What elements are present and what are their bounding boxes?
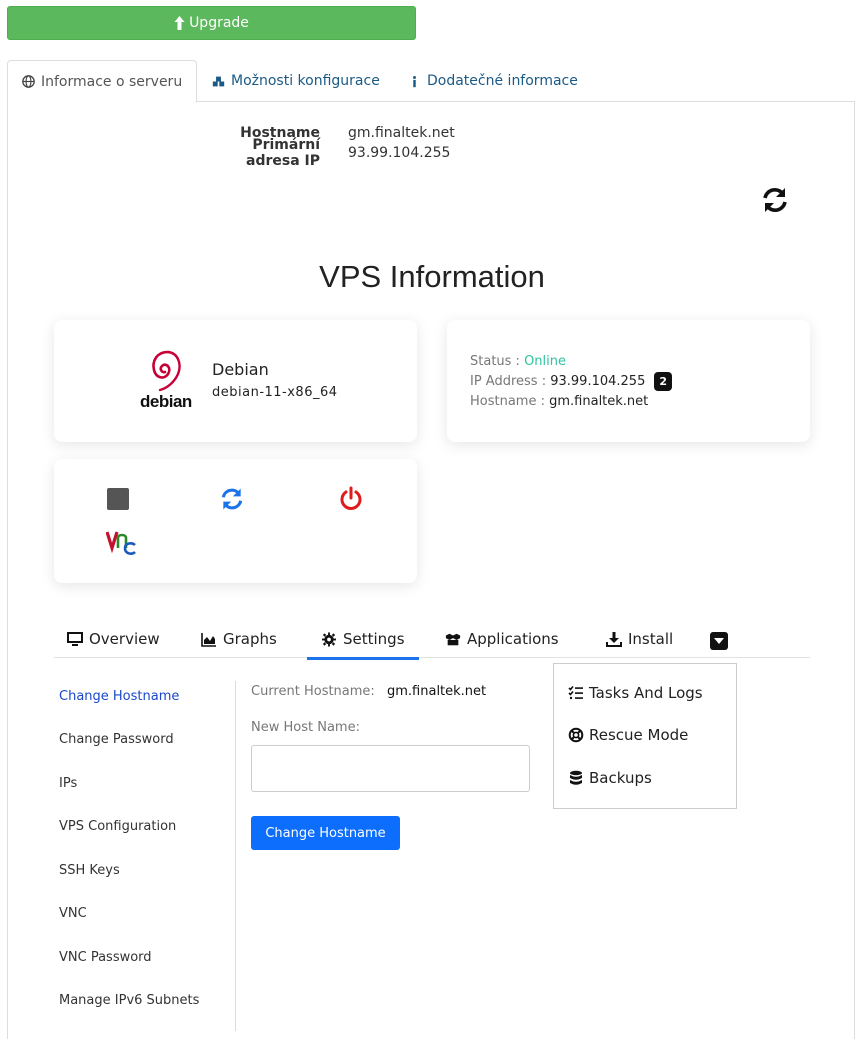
power-actions-card xyxy=(54,459,417,583)
more-tabs-menu: Tasks And Logs Rescue Mode Backups xyxy=(553,663,737,809)
server-tabs: Informace o serveru Možnosti konfigurace… xyxy=(7,60,855,103)
os-name: Debian xyxy=(212,360,269,379)
ip-count-badge[interactable]: 2 xyxy=(654,372,672,391)
upgrade-label: Upgrade xyxy=(189,15,249,31)
tab-additional-info[interactable]: Dodatečné informace xyxy=(394,60,592,102)
refresh-icon[interactable] xyxy=(760,185,790,215)
new-hostname-input[interactable] xyxy=(251,745,530,792)
nav-ips[interactable]: IPs xyxy=(59,776,77,791)
debian-logo: debian xyxy=(140,348,192,414)
ip-line: IP Address : 93.99.104.255 2 xyxy=(470,372,672,392)
menu-item-label: Rescue Mode xyxy=(589,726,689,744)
status-line: Status : Online xyxy=(470,352,672,372)
tab-label: Informace o serveru xyxy=(41,73,183,90)
info-row-primary-ip: Primární adresa IP 93.99.104.255 xyxy=(198,137,455,169)
server-info-panel: Hostname gm.finaltek.net Primární adresa… xyxy=(7,101,855,1039)
tab-label: Applications xyxy=(467,630,559,648)
download-icon xyxy=(606,631,622,647)
tab-settings[interactable]: Settings xyxy=(307,620,418,660)
tasks-icon xyxy=(568,685,583,700)
nav-ssh-keys[interactable]: SSH Keys xyxy=(59,863,120,878)
power-button[interactable] xyxy=(338,486,364,512)
tab-server-info[interactable]: Informace o serveru xyxy=(7,60,198,103)
tab-label: Dodatečné informace xyxy=(427,73,578,89)
os-card: debian Debian debian-11-x86_64 xyxy=(54,320,417,442)
arrow-up-icon xyxy=(174,16,185,30)
tab-config-options[interactable]: Možnosti konfigurace xyxy=(198,60,394,102)
nav-manage-ipv6-subnets[interactable]: Manage IPv6 Subnets xyxy=(59,993,199,1008)
tab-overview[interactable]: Overview xyxy=(67,620,160,658)
nav-vps-configuration[interactable]: VPS Configuration xyxy=(59,819,176,834)
hostname-value: gm.finaltek.net xyxy=(549,394,649,409)
tab-applications[interactable]: Applications xyxy=(445,620,559,658)
globe-icon xyxy=(22,75,35,88)
menu-item-label: Tasks And Logs xyxy=(589,684,703,702)
current-hostname-label: Current Hostname: xyxy=(251,684,375,699)
change-hostname-button[interactable]: Change Hostname xyxy=(251,816,400,850)
more-tabs-dropdown-button[interactable] xyxy=(710,632,728,650)
nav-vnc-password[interactable]: VNC Password xyxy=(59,950,152,965)
upgrade-button[interactable]: Upgrade xyxy=(7,6,416,40)
menu-item-rescue-mode[interactable]: Rescue Mode xyxy=(568,726,688,744)
debian-wordmark: debian xyxy=(140,392,192,411)
menu-item-tasks-and-logs[interactable]: Tasks And Logs xyxy=(568,684,703,702)
hostname-label: Hostname : xyxy=(470,394,545,409)
stop-icon xyxy=(107,488,129,510)
vnc-button[interactable] xyxy=(106,528,136,556)
nav-vnc[interactable]: VNC xyxy=(59,906,87,921)
stop-button[interactable] xyxy=(105,486,131,512)
vps-sub-tabs: Overview Graphs Settings Applications In… xyxy=(54,620,810,660)
status-card: Status : Online IP Address : 93.99.104.2… xyxy=(447,320,810,442)
status-lines: Status : Online IP Address : 93.99.104.2… xyxy=(470,352,672,412)
nav-change-hostname[interactable]: Change Hostname xyxy=(59,689,179,704)
vps-title: VPS Information xyxy=(319,259,545,294)
nav-change-password[interactable]: Change Password xyxy=(59,732,174,747)
new-hostname-label: New Host Name: xyxy=(251,720,360,735)
ip-value: 93.99.104.255 xyxy=(550,374,646,389)
cubes-icon xyxy=(212,76,225,86)
tab-label: Settings xyxy=(343,630,405,648)
tab-install[interactable]: Install xyxy=(606,620,673,658)
tab-label: Overview xyxy=(89,630,160,648)
ip-label: IP Address : xyxy=(470,374,547,389)
info-value: gm.finaltek.net xyxy=(348,125,455,141)
monitor-icon xyxy=(67,631,83,646)
info-icon xyxy=(413,75,416,87)
server-info-table: Hostname gm.finaltek.net Primární adresa… xyxy=(198,123,455,169)
tab-label: Graphs xyxy=(223,630,277,648)
settings-divider xyxy=(235,681,236,1031)
gear-icon xyxy=(321,631,337,647)
debian-swirl-icon xyxy=(152,350,181,392)
lifebuoy-icon xyxy=(568,727,584,743)
status-value: Online xyxy=(524,354,567,369)
tab-label: Možnosti konfigurace xyxy=(231,73,380,89)
database-icon xyxy=(570,770,582,785)
tab-label: Install xyxy=(628,630,674,648)
status-label: Status : xyxy=(470,354,520,369)
restart-button[interactable] xyxy=(219,486,245,512)
menu-item-backups[interactable]: Backups xyxy=(568,769,652,787)
current-hostname-value: gm.finaltek.net xyxy=(387,684,487,699)
boxes-icon xyxy=(445,633,461,645)
tab-graphs[interactable]: Graphs xyxy=(201,620,277,658)
hostname-line: Hostname : gm.finaltek.net xyxy=(470,392,672,412)
info-value: 93.99.104.255 xyxy=(348,145,451,161)
info-label: Primární adresa IP xyxy=(246,137,320,169)
menu-item-label: Backups xyxy=(589,769,652,787)
area-chart-icon xyxy=(201,632,216,647)
os-version: debian-11-x86_64 xyxy=(212,385,338,400)
